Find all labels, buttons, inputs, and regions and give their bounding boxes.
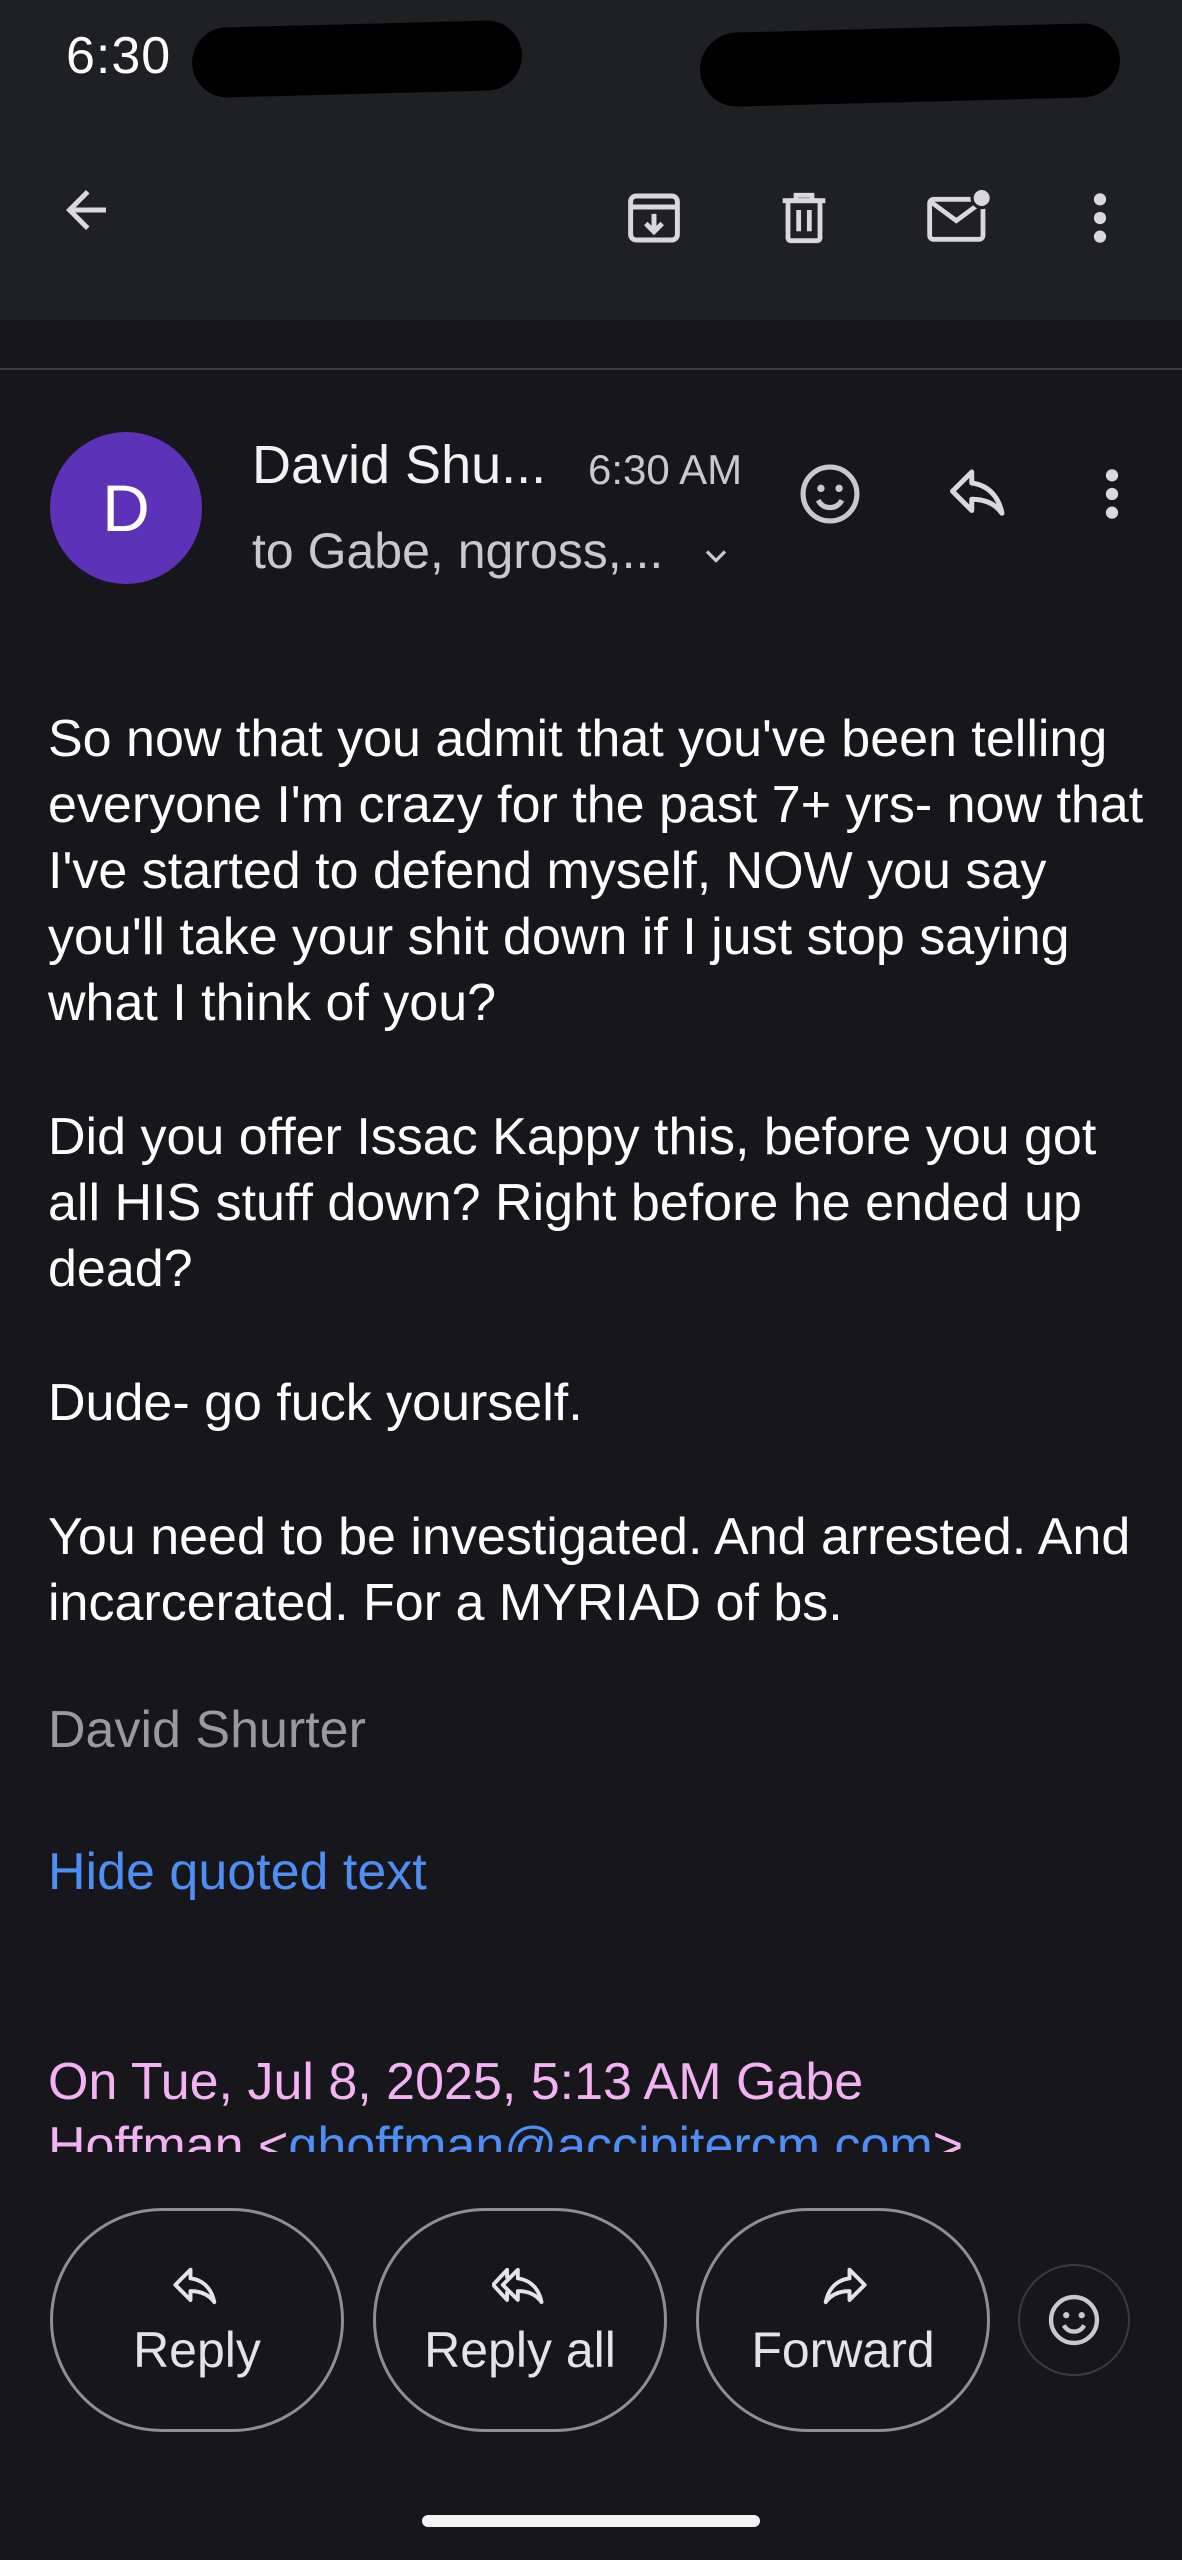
quote-email-link[interactable]: ghoffman@accipitercm.com [288,2117,932,2152]
quote-prefix: Hoffman < [48,2117,289,2152]
more-vert-icon [1105,469,1119,519]
chevron-down-icon [705,550,727,563]
home-indicator[interactable] [422,2515,760,2527]
body-paragraph: Dude- go fuck yourself. [48,1374,583,1432]
mail-unread-icon [927,186,993,242]
react-button[interactable] [780,444,880,544]
mark-unread-button[interactable] [904,168,1014,268]
sender-name: David Shu... [252,435,547,495]
more-options-button[interactable] [1052,168,1148,268]
reply-label: Reply [133,2322,261,2378]
reply-icon [950,469,1005,516]
reply-all-label: Reply all [424,2322,616,2378]
archive-button[interactable] [604,168,704,268]
reply-button[interactable]: Reply [50,2208,344,2432]
back-button[interactable] [36,160,136,260]
quote-header-line: On Tue, Jul 8, 2025, 5:13 AM Gabe [48,2053,864,2111]
forward-icon [823,2267,867,2305]
body-paragraph: Did you offer Issac Kappy this, before y… [48,1108,1097,1298]
status-time: 6:30 [66,27,172,85]
signature: David Shurter [48,1701,366,1759]
reply-icon [173,2267,217,2305]
body-paragraph: You need to be investigated. And arreste… [48,1508,1131,1632]
delete-button[interactable] [754,168,854,268]
divider [0,368,1182,370]
forward-button[interactable]: Forward [696,2208,990,2432]
avatar[interactable]: D [50,432,202,584]
message-time: 6:30 AM [588,446,743,493]
quoted-text: On Tue, Jul 8, 2025, 5:13 AM Gabe Hoffma… [48,2050,1148,2152]
body-paragraph: So now that you admit that you've been t… [48,710,1144,1032]
forward-label: Forward [751,2322,935,2378]
redaction-mark [699,22,1121,108]
emoji-icon [1048,2294,1100,2346]
redaction-mark [191,19,523,99]
recipients-text: to Gabe, ngross,... [252,523,664,579]
arrow-left-icon [66,190,106,230]
quote-suffix: > [932,2117,964,2152]
archive-icon [628,193,680,243]
emoji-icon [800,464,860,524]
hide-quoted-text-link[interactable]: Hide quoted text [48,1842,427,1902]
trash-icon [782,192,826,244]
quote-header-line: Hoffman <ghoffman@accipitercm.com> [48,2114,1148,2152]
reply-all-icon [492,2267,544,2305]
recipients-toggle[interactable]: to Gabe, ngross,... [252,516,742,586]
reply-icon-button[interactable] [930,444,1030,544]
reply-all-button[interactable]: Reply all [373,2208,667,2432]
message-more-button[interactable] [1062,444,1162,544]
add-reaction-button[interactable] [1018,2264,1130,2376]
more-vert-icon [1093,193,1107,243]
